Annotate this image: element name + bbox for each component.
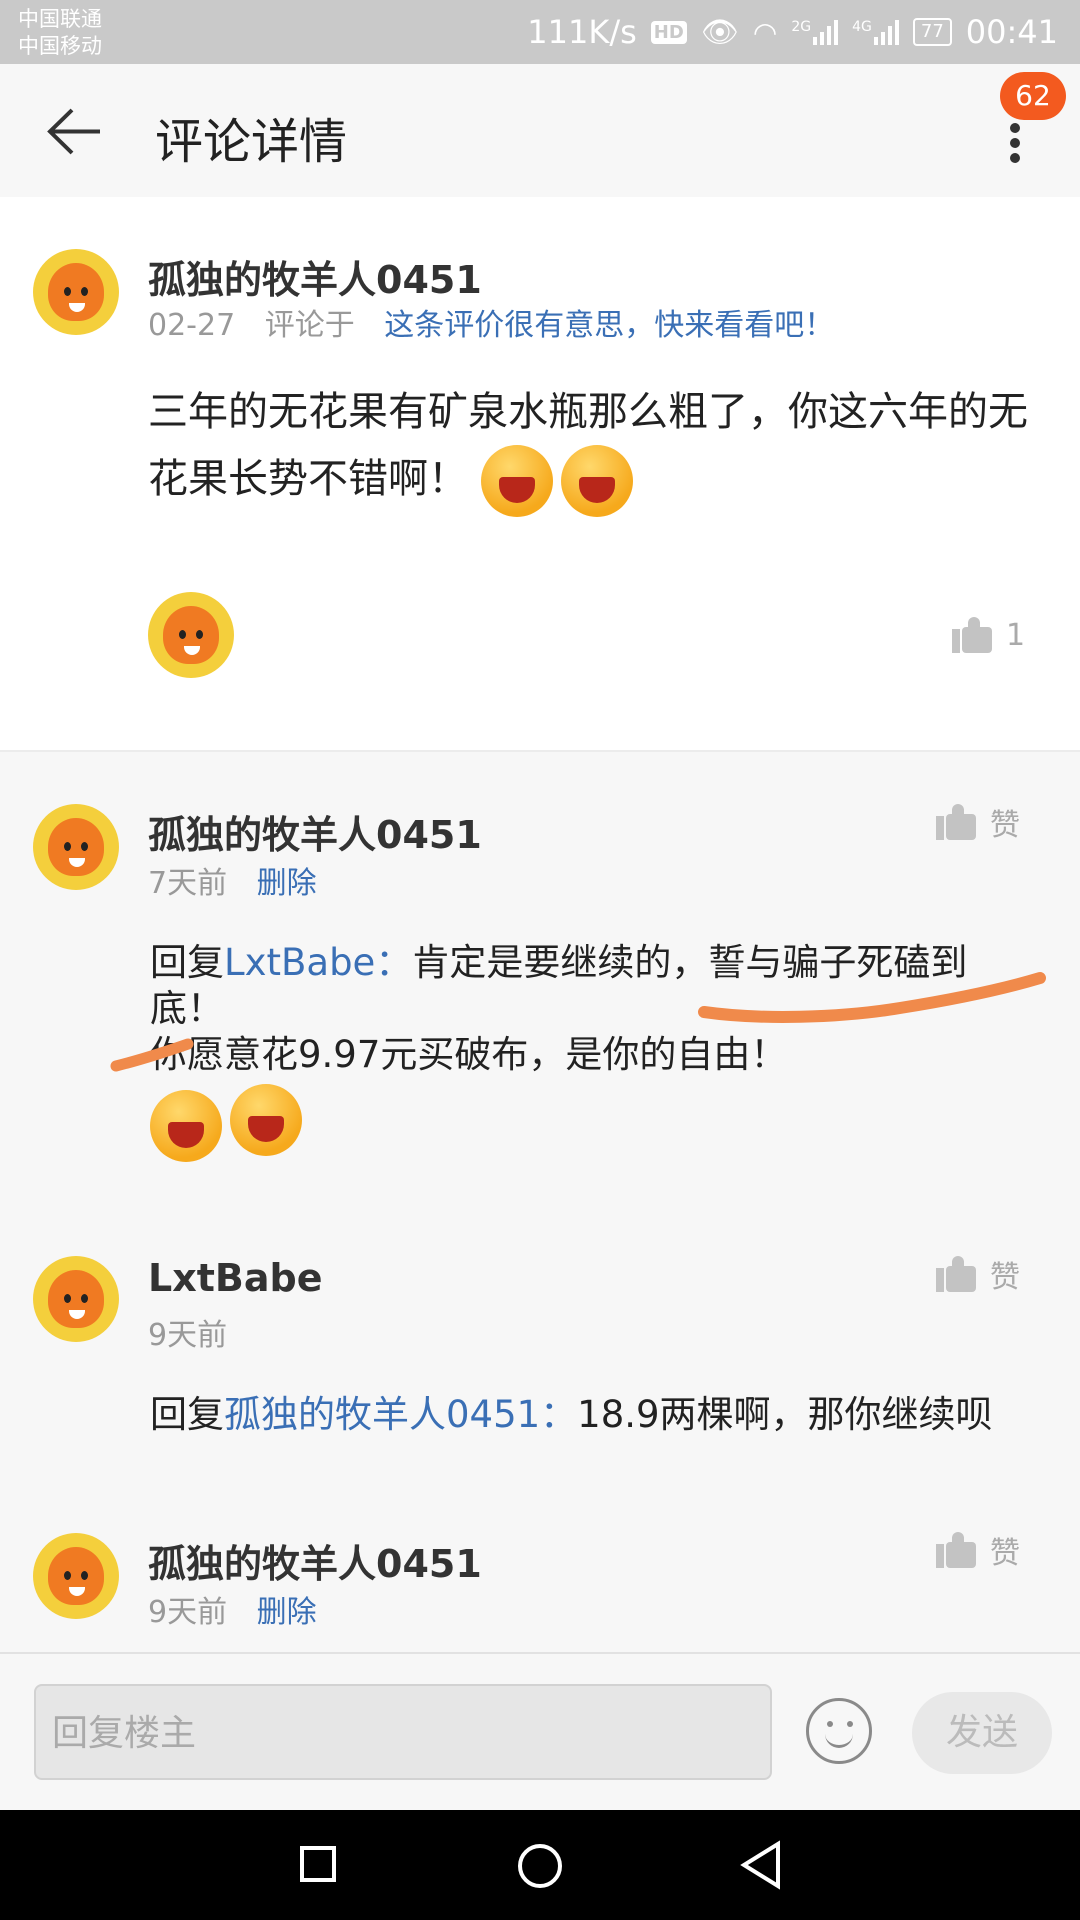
eye-icon: 👁 <box>700 14 739 50</box>
reply-bar: 回复楼主 发送 <box>0 1652 1080 1812</box>
reply-prefix: 回复 <box>150 941 224 984</box>
emoji-icon[interactable] <box>806 1698 872 1764</box>
app-header: 评论详情 62 <box>0 64 1080 197</box>
avatar[interactable] <box>33 1256 119 1342</box>
status-icons: 111K/s HD 👁 ◠ 2G 4G 77 00:41 <box>527 0 1058 64</box>
like-label: 赞 <box>990 1536 1020 1571</box>
reply-prefix: 回复 <box>150 1393 224 1436</box>
battery-icon: 77 <box>912 18 952 46</box>
reply-username[interactable]: 孤独的牧羊人0451 <box>148 804 482 859</box>
thumb-up-icon <box>936 804 976 840</box>
reply-time: 7天前 <box>148 866 228 901</box>
like-button[interactable]: 1 <box>952 617 1025 653</box>
like-button[interactable]: 赞 <box>936 1528 1020 1572</box>
comment-username[interactable]: 孤独的牧羊人0451 <box>148 249 482 304</box>
like-count: 1 <box>1006 617 1026 653</box>
notification-badge[interactable]: 62 <box>1000 72 1066 120</box>
reply-meta: 9天前 <box>148 1310 227 1354</box>
thumb-up-icon <box>936 1256 976 1292</box>
signal-icon <box>873 19 899 45</box>
reply-meta: 9天前 删除 <box>148 1587 317 1631</box>
nav-home-icon[interactable] <box>518 1844 562 1888</box>
net-2g-label: 2G <box>791 19 812 35</box>
commented-on-label: 评论于 <box>264 308 355 343</box>
avatar[interactable] <box>33 804 119 890</box>
comment-date: 02-27 <box>148 308 236 343</box>
comment-body: 三年的无花果有矿泉水瓶那么粗了，你这六年的无花果长势不错啊！ <box>148 379 1038 517</box>
main-comment-card: 孤独的牧羊人0451 02-27 评论于 这条评价很有意思，快来看看吧！ 三年的… <box>0 197 1080 750</box>
wifi-icon: ◠ <box>752 15 778 49</box>
carrier-2: 中国移动 <box>18 34 102 58</box>
carrier-1: 中国联通 <box>18 7 102 31</box>
delete-link[interactable]: 删除 <box>257 866 317 901</box>
carrier-info: 中国联通 中国移动 <box>18 6 102 60</box>
reply-body: 回复LxtBabe：肯定是要继续的，誓与骗子死磕到底！ 你愿意花9.97元买破布… <box>150 940 1030 1162</box>
laughing-emoji-icon <box>150 1090 222 1162</box>
comment-meta: 02-27 评论于 这条评价很有意思，快来看看吧！ <box>148 300 834 344</box>
reply-time: 9天前 <box>148 1595 228 1630</box>
laughing-emoji-icon <box>560 445 633 517</box>
divider <box>0 750 1080 752</box>
reply-input[interactable]: 回复楼主 <box>34 1684 772 1780</box>
like-button[interactable]: 赞 <box>936 1252 1020 1296</box>
like-label: 赞 <box>990 1260 1020 1295</box>
reply-text-line-2: 你愿意花9.97元买破布，是你的自由！ <box>150 1033 788 1076</box>
page-title: 评论详情 <box>155 114 348 170</box>
signal-4g: 4G <box>852 19 899 45</box>
reply-text: 18.9两棵啊，那你继续呗 <box>577 1393 993 1436</box>
liker-avatar[interactable] <box>148 592 234 678</box>
nav-recent-icon[interactable] <box>300 1846 336 1882</box>
laughing-emoji-icon <box>230 1084 302 1156</box>
clock: 00:41 <box>965 13 1058 51</box>
reply-meta: 7天前 删除 <box>148 858 317 902</box>
laughing-emoji-icon <box>480 445 553 517</box>
reply-to-link[interactable]: 孤独的牧羊人0451： <box>224 1393 577 1436</box>
nav-back-icon[interactable] <box>738 1840 782 1890</box>
network-speed: 111K/s <box>527 13 637 51</box>
avatar[interactable] <box>33 249 119 335</box>
reply-username[interactable]: LxtBabe <box>148 1256 322 1300</box>
reply-time: 9天前 <box>148 1318 228 1353</box>
back-arrow-icon[interactable] <box>42 104 112 159</box>
system-nav-bar <box>0 1810 1080 1920</box>
avatar[interactable] <box>33 1533 119 1619</box>
signal-2g: 2G <box>791 19 839 45</box>
status-bar: 中国联通 中国移动 111K/s HD 👁 ◠ 2G 4G 77 00:41 <box>0 0 1080 64</box>
signal-icon <box>813 19 839 45</box>
reply-to-link[interactable]: LxtBabe： <box>224 941 412 984</box>
thumb-up-icon <box>936 1532 976 1568</box>
hd-icon: HD <box>650 20 687 44</box>
more-vert-icon[interactable] <box>1000 119 1030 179</box>
send-button[interactable]: 发送 <box>912 1692 1052 1774</box>
delete-link[interactable]: 删除 <box>257 1595 317 1630</box>
like-button[interactable]: 赞 <box>936 800 1020 844</box>
target-review-link[interactable]: 这条评价很有意思，快来看看吧！ <box>384 308 834 343</box>
like-label: 赞 <box>990 808 1020 843</box>
reply-username[interactable]: 孤独的牧羊人0451 <box>148 1533 482 1588</box>
thumb-up-icon <box>952 617 992 653</box>
net-4g-label: 4G <box>852 19 872 35</box>
reply-body: 回复孤独的牧羊人0451：18.9两棵啊，那你继续呗 <box>150 1392 1050 1438</box>
